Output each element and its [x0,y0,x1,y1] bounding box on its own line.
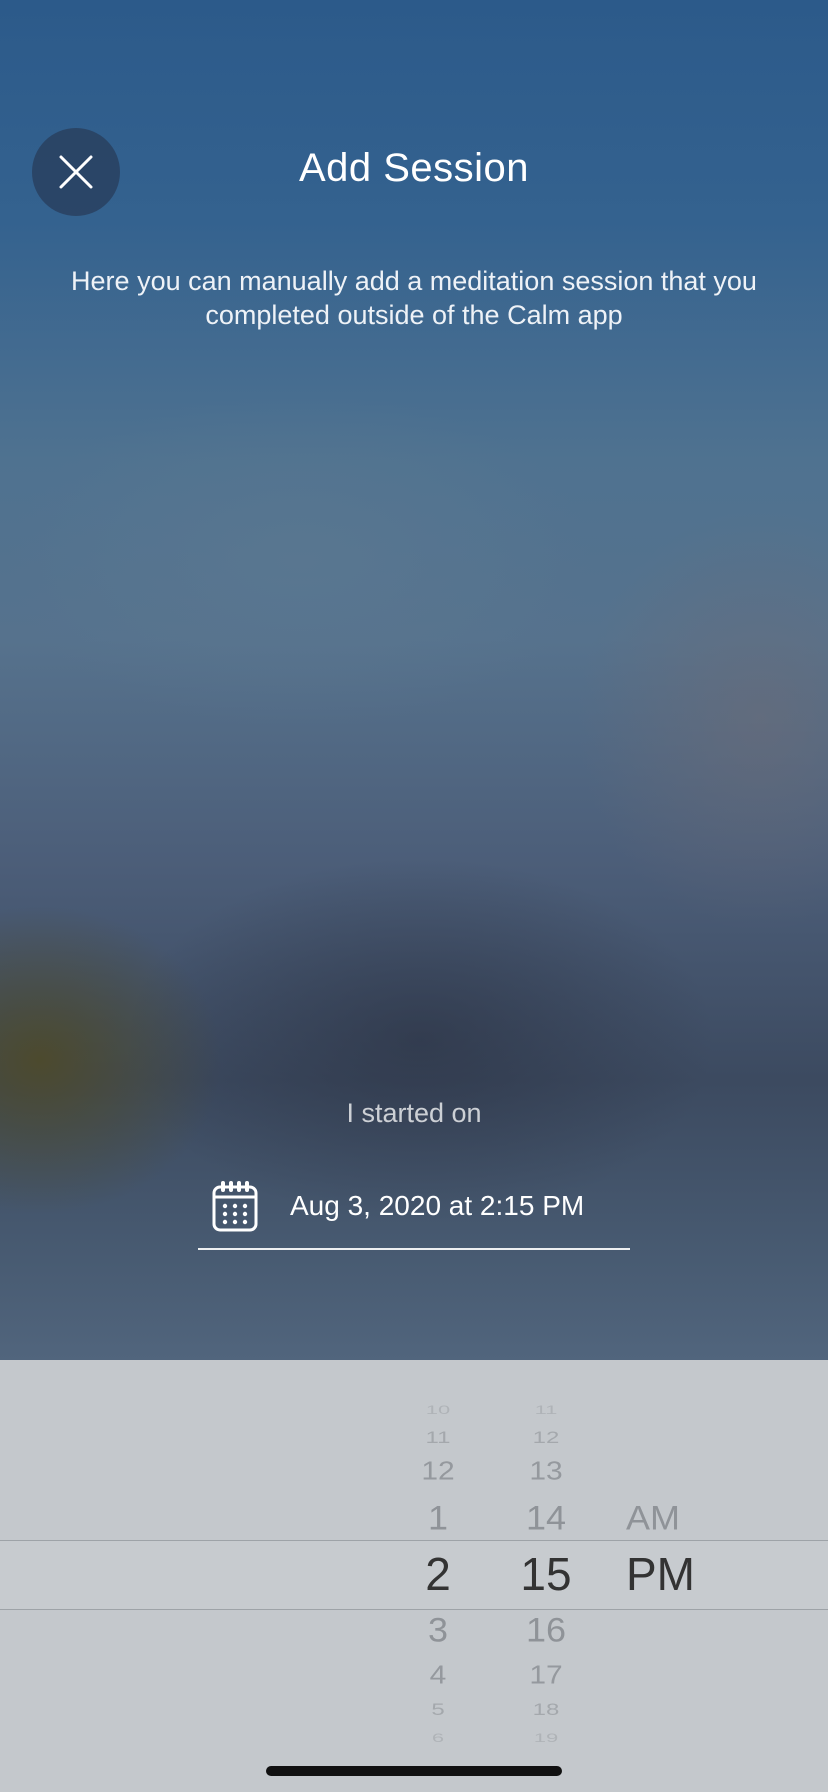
picker-ampm-selected[interactable]: PM [626,1547,695,1601]
page-title: Add Session [298,146,530,190]
picker-minute-option[interactable]: 17 [486,1661,606,1690]
picker-minute-option[interactable]: 18 [486,1700,606,1720]
picker-minute-option[interactable]: 14 [486,1498,606,1538]
picker-minute-option[interactable]: 19 [486,1731,606,1745]
picker-hour-option[interactable]: 5 [378,1700,498,1720]
page-subtitle: Here you can manually add a meditation s… [71,266,757,330]
picker-minute-option[interactable]: 12 [486,1428,606,1448]
calendar-icon [212,1181,258,1232]
picker-hour-option[interactable]: 11 [378,1428,498,1448]
picker-hour-option[interactable]: 4 [378,1661,498,1690]
picker-hour-option[interactable]: 10 [378,1403,498,1417]
started-on-label: I started on [346,1098,482,1128]
picker-ampm-option[interactable]: AM [626,1498,680,1538]
picker-hour-option[interactable]: 1 [378,1498,498,1538]
picker-hour-option[interactable]: 6 [378,1731,498,1745]
picker-hour-option[interactable]: 12 [378,1457,498,1486]
picker-minute-selected[interactable]: 15 [486,1547,606,1601]
start-date-value: Aug 3, 2020 at 2:15 PM [290,1190,585,1221]
picker-hour-option[interactable]: 3 [378,1610,498,1650]
start-date-field[interactable]: Aug 3, 2020 at 2:15 PM [198,1164,630,1250]
picker-hour-selected[interactable]: 2 [378,1547,498,1601]
date-time-picker[interactable]: Thu Jul 30Fri Jul 31Sat Aug 1Sun Aug 2Mo… [0,1360,828,1792]
picker-minute-option[interactable]: 16 [486,1610,606,1650]
home-indicator [266,1766,562,1776]
picker-minute-option[interactable]: 11 [486,1403,606,1417]
picker-minute-option[interactable]: 13 [486,1457,606,1486]
